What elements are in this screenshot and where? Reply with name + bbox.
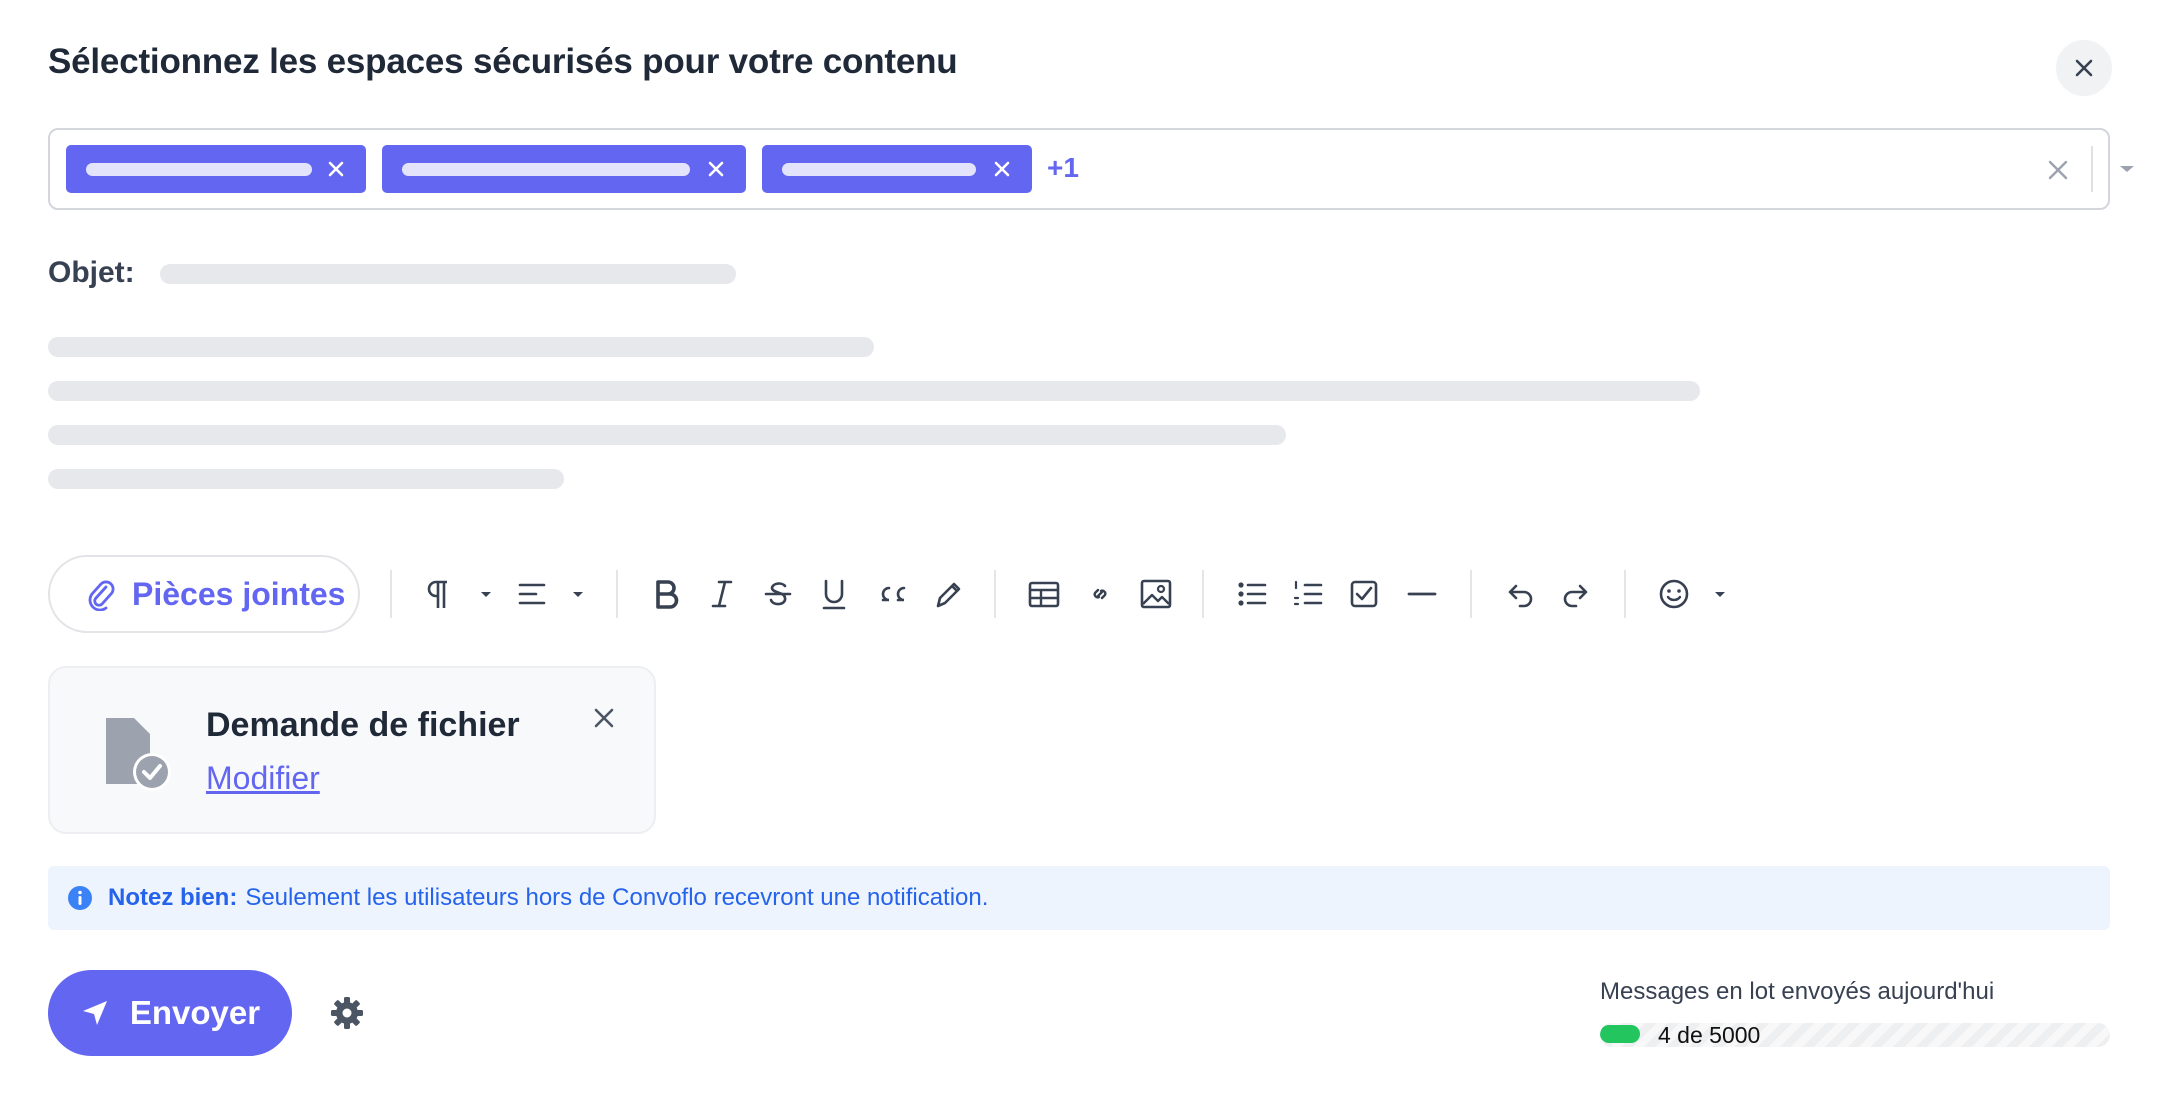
checklist-icon[interactable] [1344, 574, 1384, 614]
toolbar-divider [994, 570, 996, 618]
quota-progress-bar: 4 de 5000 [1600, 1023, 2110, 1047]
chip-placeholder [402, 163, 690, 176]
recipient-chip [66, 145, 366, 193]
paragraph-icon[interactable] [420, 574, 460, 614]
file-request-title: Demande de fichier [206, 706, 520, 744]
paperclip-icon [88, 580, 115, 611]
body-placeholder-line [48, 425, 1286, 445]
close-dialog-button[interactable] [2056, 40, 2112, 96]
highlighter-icon[interactable] [928, 574, 968, 614]
underline-icon[interactable] [814, 574, 854, 614]
chevron-down-icon[interactable] [2118, 163, 2136, 175]
chip-placeholder [782, 163, 976, 176]
recipient-select[interactable]: +1 [48, 128, 2134, 210]
info-note: Notez bien: Seulement les utilisateurs h… [48, 866, 2110, 930]
toolbar-divider [1470, 570, 1472, 618]
attachments-label: Pièces jointes [132, 575, 346, 612]
attachments-button[interactable]: Pièces jointes [48, 555, 360, 633]
link-icon[interactable] [1080, 574, 1120, 614]
body-placeholder-line [48, 381, 1700, 401]
table-icon[interactable] [1024, 574, 1064, 614]
note-text: Seulement les utilisateurs hors de Convo… [245, 884, 989, 911]
remove-chip-icon[interactable] [324, 157, 348, 181]
remove-chip-icon[interactable] [704, 157, 728, 181]
more-recipients-count: +1 [1047, 152, 1079, 183]
body-placeholder-line [48, 469, 564, 489]
chip-placeholder [86, 163, 312, 176]
recipient-chip [762, 145, 1032, 193]
file-request-card: Demande de fichier Modifier [48, 666, 656, 834]
quota-progress-fill [1600, 1025, 1640, 1043]
toolbar-divider [1624, 570, 1626, 618]
send-button[interactable]: Envoyer [48, 970, 292, 1056]
undo-icon[interactable] [1500, 574, 1540, 614]
send-label: Envoyer [129, 994, 261, 1031]
toolbar-divider [1202, 570, 1204, 618]
select-divider [2091, 146, 2093, 192]
file-check-icon [106, 718, 171, 791]
clear-all-icon[interactable] [2044, 156, 2072, 184]
file-request-edit-link[interactable]: Modifier [206, 760, 320, 797]
italic-icon[interactable] [702, 574, 742, 614]
gear-icon[interactable] [328, 994, 366, 1032]
subject-label: Objet: [48, 256, 135, 289]
quota-text: 4 de 5000 [1658, 1023, 1761, 1047]
chevron-down-icon[interactable] [476, 574, 496, 614]
note-label: Notez bien: [108, 884, 238, 911]
remove-chip-icon[interactable] [990, 157, 1014, 181]
emoji-icon[interactable] [1654, 574, 1694, 614]
recipient-chip [382, 145, 746, 193]
toolbar-divider [616, 570, 618, 618]
send-icon [82, 1001, 107, 1025]
close-icon[interactable] [590, 704, 618, 732]
ordered-list-icon[interactable] [1288, 574, 1328, 614]
chevron-down-icon[interactable] [568, 574, 588, 614]
body-placeholder-line [48, 337, 874, 357]
image-icon[interactable] [1136, 574, 1176, 614]
bullet-list-icon[interactable] [1232, 574, 1272, 614]
subject-placeholder[interactable] [160, 264, 736, 284]
close-icon [2075, 59, 2093, 77]
horizontal-rule-icon[interactable] [1402, 574, 1442, 614]
quote-icon[interactable] [872, 574, 912, 614]
align-left-icon[interactable] [512, 574, 552, 614]
info-icon [68, 886, 92, 910]
chevron-down-icon[interactable] [1710, 574, 1730, 614]
bold-icon[interactable] [646, 574, 686, 614]
strikethrough-icon[interactable] [758, 574, 798, 614]
toolbar-divider [390, 570, 392, 618]
quota-label: Messages en lot envoyés aujourd'hui [1600, 978, 1995, 1005]
dialog-title: Sélectionnez les espaces sécurisés pour … [48, 42, 958, 81]
redo-icon[interactable] [1556, 574, 1596, 614]
